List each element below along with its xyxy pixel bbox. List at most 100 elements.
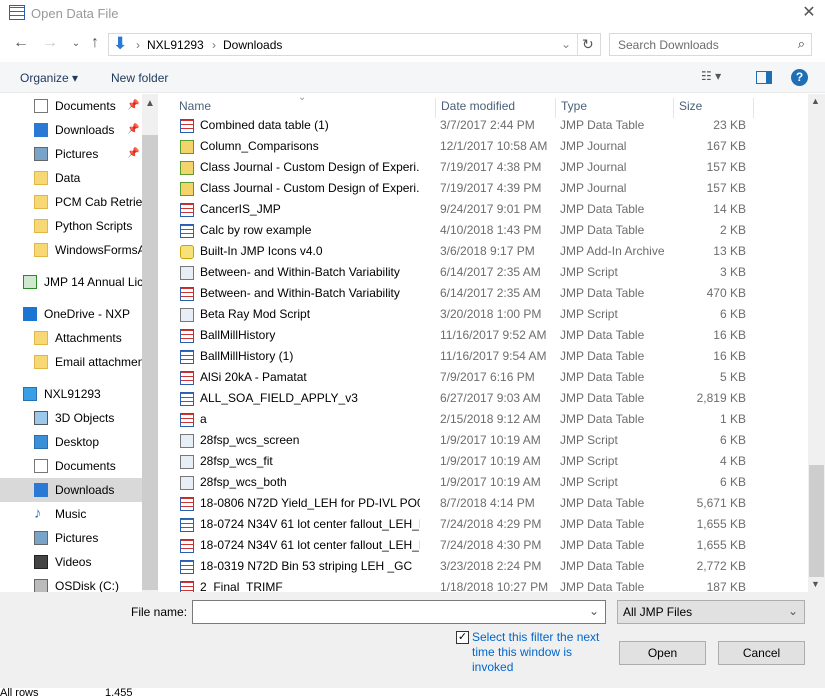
file-name: Between- and Within-Batch Variability	[200, 286, 400, 300]
refresh-icon[interactable]: ↻	[582, 36, 594, 53]
chevron-down-icon[interactable]: ⌄	[589, 604, 599, 618]
sidebar-item-label: Python Scripts	[55, 219, 133, 233]
sidebar-item[interactable]: WindowsFormsApp	[0, 238, 142, 262]
folder-icon	[34, 355, 48, 369]
search-input[interactable]: Search Downloads ⌕	[609, 33, 812, 56]
up-button[interactable]: ↑	[85, 34, 105, 52]
sidebar-item[interactable]: JMP 14 Annual License	[0, 270, 142, 294]
sidebar-item[interactable]: Attachments	[0, 326, 142, 350]
file-row[interactable]: AlSi 20kA - Pamatat 7/9/2017 6:16 PM JMP D…	[176, 367, 754, 388]
data-table-icon	[180, 329, 194, 343]
sidebar-item[interactable]: Email attachments	[0, 350, 142, 374]
help-icon[interactable]: ?	[791, 69, 808, 86]
address-bar[interactable]: ⬇ › NXL91293 › Downloads ⌄ ↻	[108, 33, 601, 56]
file-date: 7/9/2017 6:16 PM	[440, 370, 535, 384]
data-table-icon	[180, 497, 194, 511]
file-type-select[interactable]: All JMP Files ⌄	[617, 600, 805, 624]
breadcrumb-separator: ›	[212, 38, 216, 52]
preview-pane-icon[interactable]	[756, 71, 772, 84]
sidebar-item[interactable]: Pictures 📌	[0, 142, 142, 166]
file-date: 3/23/2018 2:24 PM	[440, 559, 542, 573]
file-row[interactable]: 18-0724 N34V 61 lot center fallout_LEH_B…	[176, 514, 754, 535]
file-name: Beta Ray Mod Script	[200, 307, 311, 321]
file-row[interactable]: Beta Ray Mod Script 3/20/2018 1:00 PM JMP …	[176, 304, 754, 325]
downloads-icon	[34, 483, 48, 497]
sidebar-item[interactable]: NXL91293	[0, 382, 142, 406]
file-name: AlSi 20kA - Pamatat	[200, 370, 307, 384]
sidebar-item[interactable]: Downloads	[0, 478, 142, 502]
sidebar-item[interactable]: Pictures	[0, 526, 142, 550]
sidebar-item[interactable]: ♪ Music	[0, 502, 142, 526]
data-table-icon	[180, 560, 194, 574]
sidebar-item[interactable]: PCM Cab Retrieval	[0, 190, 142, 214]
file-date: 1/9/2017 10:19 AM	[440, 433, 541, 447]
file-row[interactable]: a 2/15/2018 9:12 AM JMP Data Table 1 KB	[176, 409, 754, 430]
window-title: Open Data File	[31, 6, 119, 21]
close-button[interactable]: ✕	[797, 2, 821, 24]
file-type: JMP Journal	[560, 139, 627, 153]
file-row[interactable]: Class Journal - Custom Design of Experi.…	[176, 178, 754, 199]
file-row[interactable]: 28fsp_wcs_both 1/9/2017 10:19 AM JMP Scrip…	[176, 472, 754, 493]
breadcrumb-nxl91293[interactable]: NXL91293	[147, 38, 204, 52]
sidebar-item[interactable]: Videos	[0, 550, 142, 574]
sidebar-item[interactable]: Python Scripts	[0, 214, 142, 238]
scroll-up-icon[interactable]: ▲	[811, 96, 820, 106]
sidebar-item-label: Attachments	[55, 331, 122, 345]
back-button[interactable]: ←	[11, 34, 31, 52]
sidebar-item[interactable]: Documents 📌	[0, 94, 142, 118]
file-row[interactable]: Between- and Within-Batch Variability 6/1…	[176, 283, 754, 304]
sidebar-item-label: OneDrive - NXP	[44, 307, 131, 321]
file-size: 2 KB	[719, 223, 746, 237]
file-row[interactable]: Built-In JMP Icons v4.0 3/6/2018 9:17 PM J…	[176, 241, 754, 262]
cancel-button[interactable]: Cancel	[718, 641, 805, 665]
scroll-up-icon[interactable]: ▲	[145, 98, 155, 109]
file-row[interactable]: 28fsp_wcs_fit 1/9/2017 10:19 AM JMP Script…	[176, 451, 754, 472]
file-row[interactable]: 18-0724 N34V 61 lot center fallout_LEH_B…	[176, 535, 754, 556]
scroll-down-icon[interactable]: ▼	[811, 579, 820, 589]
address-dropdown-icon[interactable]: ⌄	[561, 37, 571, 51]
open-button[interactable]: Open	[619, 641, 706, 665]
file-type: JMP Script	[560, 307, 618, 321]
navigation-scrollbar-thumb[interactable]	[142, 135, 158, 590]
file-date: 11/16/2017 9:52 AM	[440, 328, 547, 342]
file-size: 470 KB	[706, 286, 746, 300]
breadcrumb-downloads[interactable]: Downloads	[223, 38, 282, 52]
file-list-scrollbar-thumb[interactable]	[809, 465, 824, 577]
file-row[interactable]: Between- and Within-Batch Variability 6/1…	[176, 262, 754, 283]
pin-icon: 📌	[127, 100, 140, 111]
file-type: JMP Data Table	[560, 370, 645, 384]
sidebar-item[interactable]: OSDisk (C:)	[0, 574, 142, 592]
file-type-value: All JMP Files	[623, 605, 693, 619]
sidebar-item-label: 3D Objects	[55, 411, 115, 425]
sidebar-item[interactable]: OneDrive - NXP	[0, 302, 142, 326]
organize-button[interactable]: Organize ▾	[20, 71, 78, 85]
recent-locations-button[interactable]: ⌄	[66, 38, 86, 49]
file-date: 3/20/2018 1:00 PM	[440, 307, 542, 321]
file-row[interactable]: 18-0319 N72D Bin 53 striping LEH _GC 3/23…	[176, 556, 754, 577]
file-row[interactable]: Class Journal - Custom Design of Experi.…	[176, 157, 754, 178]
sidebar-item[interactable]: Downloads 📌	[0, 118, 142, 142]
file-size: 16 KB	[713, 349, 746, 363]
file-row[interactable]: ALL_SOA_FIELD_APPLY_v3 6/27/2017 9:03 AM J…	[176, 388, 754, 409]
remember-filter-label[interactable]: Select this filter the next time this wi…	[472, 630, 607, 675]
sidebar-item[interactable]: Documents	[0, 454, 142, 478]
file-row[interactable]: Combined data table (1) 3/7/2017 2:44 PM J…	[176, 115, 754, 136]
file-name: Combined data table (1)	[200, 118, 329, 132]
file-row[interactable]: Column_Comparisons 12/1/2017 10:58 AM JMP …	[176, 136, 754, 157]
file-row[interactable]: CancerIS_JMP 9/24/2017 9:01 PM JMP Data Ta…	[176, 199, 754, 220]
file-row[interactable]: Calc by row example 4/10/2018 1:43 PM JMP …	[176, 220, 754, 241]
file-name-input[interactable]: ⌄	[192, 600, 606, 624]
file-row[interactable]: 28fsp_wcs_screen 1/9/2017 10:19 AM JMP Scr…	[176, 430, 754, 451]
file-row[interactable]: BallMillHistory 11/16/2017 9:52 AM JMP Dat…	[176, 325, 754, 346]
sidebar-item[interactable]: Data	[0, 166, 142, 190]
sidebar-item[interactable]: 3D Objects	[0, 406, 142, 430]
file-name: Between- and Within-Batch Variability	[200, 265, 400, 279]
forward-button[interactable]: →	[40, 34, 60, 52]
sidebar-item[interactable]: Desktop	[0, 430, 142, 454]
file-row[interactable]: 2_Final_TRIMF 1/18/2018 10:27 PM JMP Data …	[176, 577, 754, 592]
file-row[interactable]: 18-0806 N72D Yield_LEH for PD-IVL PO04..…	[176, 493, 754, 514]
file-row[interactable]: BallMillHistory (1) 11/16/2017 9:54 AM JMP…	[176, 346, 754, 367]
view-options-icon[interactable]: ☷ ▾	[701, 69, 721, 83]
remember-filter-checkbox[interactable]: ✓	[456, 631, 469, 644]
new-folder-button[interactable]: New folder	[111, 71, 168, 85]
